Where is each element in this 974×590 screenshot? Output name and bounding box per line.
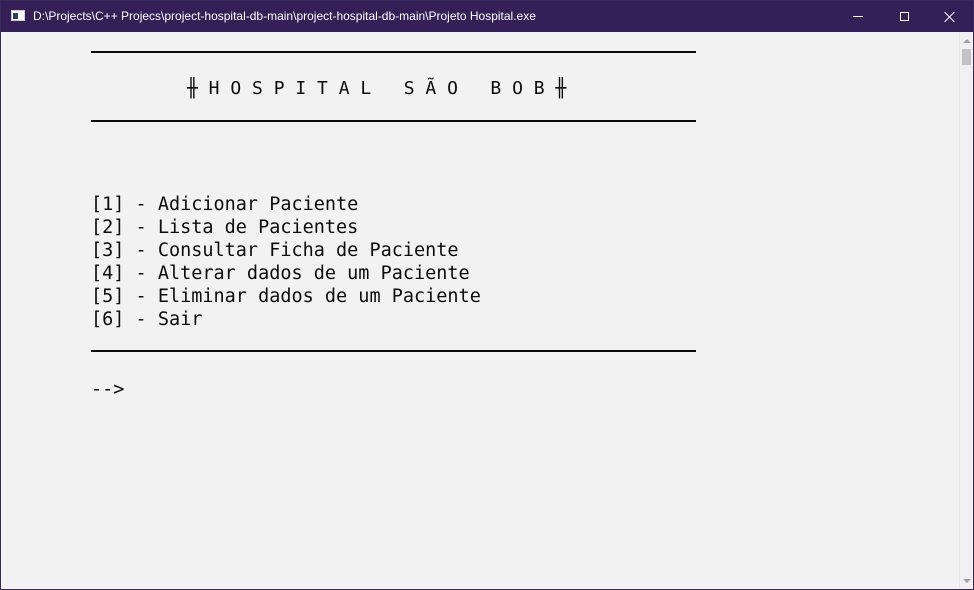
maximize-button[interactable] xyxy=(881,1,927,32)
scrollbar-thumb[interactable] xyxy=(962,49,971,65)
close-button[interactable] xyxy=(927,1,973,32)
title-bar[interactable]: D:\Projects\C++ Projecs\project-hospital… xyxy=(1,1,973,32)
menu-item-edit-patient: [4] - Alterar dados de um Paciente xyxy=(91,263,470,284)
header-top-divider xyxy=(91,51,696,53)
scroll-up-arrow-icon[interactable] xyxy=(960,32,973,49)
maximize-icon xyxy=(899,12,909,21)
hospital-title: ╫ H O S P I T A L S Ã O B O B ╫ xyxy=(187,78,567,99)
console-app-icon[interactable] xyxy=(11,10,25,21)
vertical-scrollbar[interactable] xyxy=(959,32,973,589)
menu-item-exit: [6] - Sair xyxy=(91,309,203,330)
window-title: D:\Projects\C++ Projecs\project-hospital… xyxy=(33,9,536,23)
header-bottom-divider xyxy=(91,120,696,122)
menu-item-delete-patient: [5] - Eliminar dados de um Paciente xyxy=(91,286,481,307)
minimize-icon xyxy=(853,16,863,17)
menu-bottom-divider xyxy=(91,350,696,352)
menu-item-patient-list: [2] - Lista de Pacientes xyxy=(91,217,359,238)
minimize-button[interactable] xyxy=(835,1,881,32)
menu-item-view-patient-record: [3] - Consultar Ficha de Paciente xyxy=(91,240,459,261)
main-menu: [1] - Adicionar Paciente [2] - Lista de … xyxy=(91,193,481,331)
input-prompt[interactable]: --> xyxy=(91,378,124,401)
scroll-down-arrow-icon[interactable] xyxy=(960,572,973,589)
console-window: D:\Projects\C++ Projecs\project-hospital… xyxy=(0,0,974,590)
console-output[interactable]: ╫ H O S P I T A L S Ã O B O B ╫ [1] - Ad… xyxy=(1,32,959,589)
menu-item-add-patient: [1] - Adicionar Paciente xyxy=(91,194,359,215)
close-icon xyxy=(944,11,956,23)
